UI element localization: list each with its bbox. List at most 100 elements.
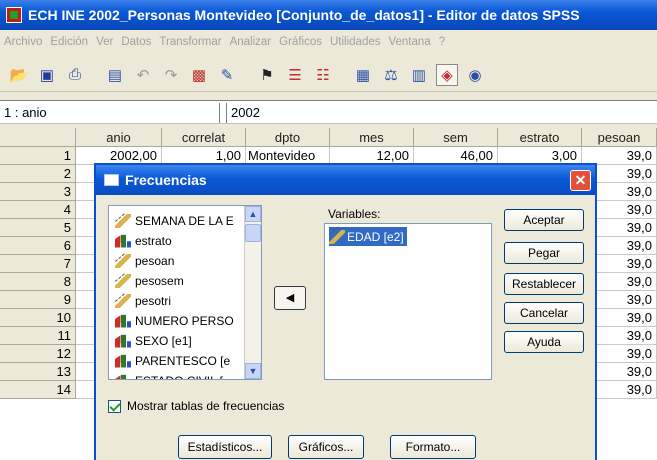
cell-value-input[interactable]: 2002 bbox=[226, 103, 260, 123]
scale-ruler-icon bbox=[329, 229, 345, 244]
nominal-bars-icon bbox=[115, 354, 131, 368]
checkbox-checked-icon[interactable] bbox=[108, 399, 121, 413]
weight-cases-icon[interactable]: ⚖ bbox=[380, 64, 402, 86]
menu-transformar[interactable]: Transformar bbox=[159, 36, 221, 48]
scroll-thumb[interactable] bbox=[245, 224, 261, 242]
variable-label: SEMANA DE LA E bbox=[135, 213, 234, 228]
row-header[interactable]: 11 bbox=[0, 327, 76, 345]
insert-case-icon[interactable]: ☰ bbox=[284, 64, 306, 86]
list-scrollbar[interactable]: ▲ ▼ bbox=[244, 206, 261, 379]
row-header[interactable]: 7 bbox=[0, 255, 76, 273]
arrow-left-icon: ◀ bbox=[285, 292, 295, 304]
scale-ruler-icon bbox=[115, 213, 131, 228]
menu-ayuda[interactable]: ? bbox=[439, 36, 445, 48]
source-variable-list[interactable]: SEMANA DE LA E estrato pesoan pesosem pesotr… bbox=[108, 205, 262, 380]
menu-ver[interactable]: Ver bbox=[96, 36, 113, 48]
variable-label: NUMERO PERSO bbox=[135, 313, 234, 328]
list-item[interactable]: SEXO [e1] bbox=[115, 331, 245, 350]
row-header[interactable]: 8 bbox=[0, 273, 76, 291]
menu-ventana[interactable]: Ventana bbox=[388, 36, 430, 48]
row-header[interactable]: 2 bbox=[0, 165, 76, 183]
toolbar: 📂 ▣ ⎙ ▤ ↶ ↷ ▩ ✎ ⚑ ☰ ☷ ▦ ⚖ ▥ ◈ ◉ bbox=[0, 58, 657, 92]
menu-edicion[interactable]: Edición bbox=[50, 36, 88, 48]
row-header[interactable]: 5 bbox=[0, 219, 76, 237]
variable-label: PARENTESCO [e bbox=[135, 353, 231, 368]
checkbox-label: Mostrar tablas de frecuencias bbox=[127, 399, 285, 413]
list-item[interactable]: pesotri bbox=[115, 291, 245, 310]
row-header[interactable]: 1 bbox=[0, 147, 76, 165]
save-icon[interactable]: ▣ bbox=[36, 64, 58, 86]
frequency-tables-checkbox[interactable]: Mostrar tablas de frecuencias bbox=[108, 399, 284, 413]
cell-reference: 1 : anio bbox=[0, 103, 220, 123]
nominal-bars-icon bbox=[115, 374, 131, 379]
redo-icon[interactable]: ↷ bbox=[160, 64, 182, 86]
column-header[interactable]: dpto bbox=[246, 128, 330, 147]
goto-chart-icon[interactable]: ▩ bbox=[188, 64, 210, 86]
list-item[interactable]: ESTADO CIVIL [ bbox=[115, 371, 245, 380]
menu-bar: Archivo Edición Ver Datos Transformar An… bbox=[0, 30, 657, 54]
frecuencias-dialog: Frecuencias ✕ SEMANA DE LA E estrato pesoa… bbox=[94, 163, 597, 460]
insert-variable-icon[interactable]: ☷ bbox=[312, 64, 334, 86]
list-item[interactable]: pesosem bbox=[115, 271, 245, 290]
dialog-recall-icon[interactable]: ▤ bbox=[104, 64, 126, 86]
grid-corner[interactable] bbox=[0, 128, 76, 147]
select-cases-icon[interactable]: ▥ bbox=[408, 64, 430, 86]
find-icon[interactable]: ⚑ bbox=[256, 64, 278, 86]
menu-archivo[interactable]: Archivo bbox=[4, 36, 42, 48]
menu-graficos[interactable]: Gráficos bbox=[279, 36, 322, 48]
column-header[interactable]: mes bbox=[330, 128, 414, 147]
graficos-button[interactable]: Gráficos... bbox=[288, 435, 364, 459]
restablecer-button[interactable]: Restablecer bbox=[504, 273, 584, 295]
estadisticos-button[interactable]: Estadísticos... bbox=[178, 435, 272, 459]
scroll-up-icon[interactable]: ▲ bbox=[245, 206, 261, 222]
variable-label: pesotri bbox=[135, 293, 172, 308]
column-header[interactable]: correlat bbox=[162, 128, 246, 147]
window-title-bar: ECH INE 2002_Personas Montevideo [Conjun… bbox=[0, 0, 657, 30]
column-header[interactable]: estrato bbox=[498, 128, 582, 147]
list-item[interactable]: SEMANA DE LA E bbox=[115, 211, 245, 230]
cancelar-button[interactable]: Cancelar bbox=[504, 302, 584, 324]
row-header[interactable]: 14 bbox=[0, 381, 76, 399]
move-variable-button[interactable]: ◀ bbox=[274, 286, 306, 310]
column-header[interactable]: sem bbox=[414, 128, 498, 147]
column-header[interactable]: anio bbox=[76, 128, 162, 147]
split-file-icon[interactable]: ▦ bbox=[352, 64, 374, 86]
row-header[interactable]: 6 bbox=[0, 237, 76, 255]
nominal-bars-icon bbox=[115, 334, 131, 348]
list-item[interactable]: EDAD [e2] bbox=[329, 227, 407, 246]
value-labels-icon[interactable]: ◈ bbox=[436, 63, 458, 86]
variable-label: pesoan bbox=[135, 253, 175, 268]
row-header[interactable]: 4 bbox=[0, 201, 76, 219]
selected-variables-list[interactable]: EDAD [e2] bbox=[324, 223, 492, 380]
nominal-bars-icon bbox=[115, 234, 131, 248]
formato-button[interactable]: Formato... bbox=[390, 435, 476, 459]
scale-ruler-icon bbox=[115, 293, 131, 308]
list-item[interactable]: estrato bbox=[115, 231, 245, 250]
menu-datos[interactable]: Datos bbox=[121, 36, 151, 48]
row-header[interactable]: 3 bbox=[0, 183, 76, 201]
row-header[interactable]: 9 bbox=[0, 291, 76, 309]
undo-icon[interactable]: ↶ bbox=[132, 64, 154, 86]
print-icon[interactable]: ⎙ bbox=[64, 64, 86, 86]
menu-analizar[interactable]: Analizar bbox=[230, 36, 272, 48]
goto-case-icon[interactable]: ✎ bbox=[216, 64, 238, 86]
dialog-window-icon bbox=[104, 174, 119, 186]
list-item[interactable]: pesoan bbox=[115, 251, 245, 270]
row-header[interactable]: 13 bbox=[0, 363, 76, 381]
aceptar-button[interactable]: Aceptar bbox=[504, 209, 584, 231]
scroll-down-icon[interactable]: ▼ bbox=[245, 363, 261, 379]
row-header[interactable]: 10 bbox=[0, 309, 76, 327]
pegar-button[interactable]: Pegar bbox=[504, 242, 584, 264]
variable-label: SEXO [e1] bbox=[135, 333, 192, 348]
list-item[interactable]: PARENTESCO [e bbox=[115, 351, 245, 370]
menu-utilidades[interactable]: Utilidades bbox=[330, 36, 381, 48]
variable-label: pesosem bbox=[135, 273, 184, 288]
use-sets-icon[interactable]: ◉ bbox=[464, 64, 486, 86]
column-header[interactable]: pesoan bbox=[582, 128, 657, 147]
row-header[interactable]: 12 bbox=[0, 345, 76, 363]
ayuda-button[interactable]: Ayuda bbox=[504, 331, 584, 353]
open-icon[interactable]: 📂 bbox=[8, 64, 30, 86]
list-item[interactable]: NUMERO PERSO bbox=[115, 311, 245, 330]
variable-label: ESTADO CIVIL [ bbox=[135, 374, 223, 380]
close-icon[interactable]: ✕ bbox=[570, 170, 591, 191]
